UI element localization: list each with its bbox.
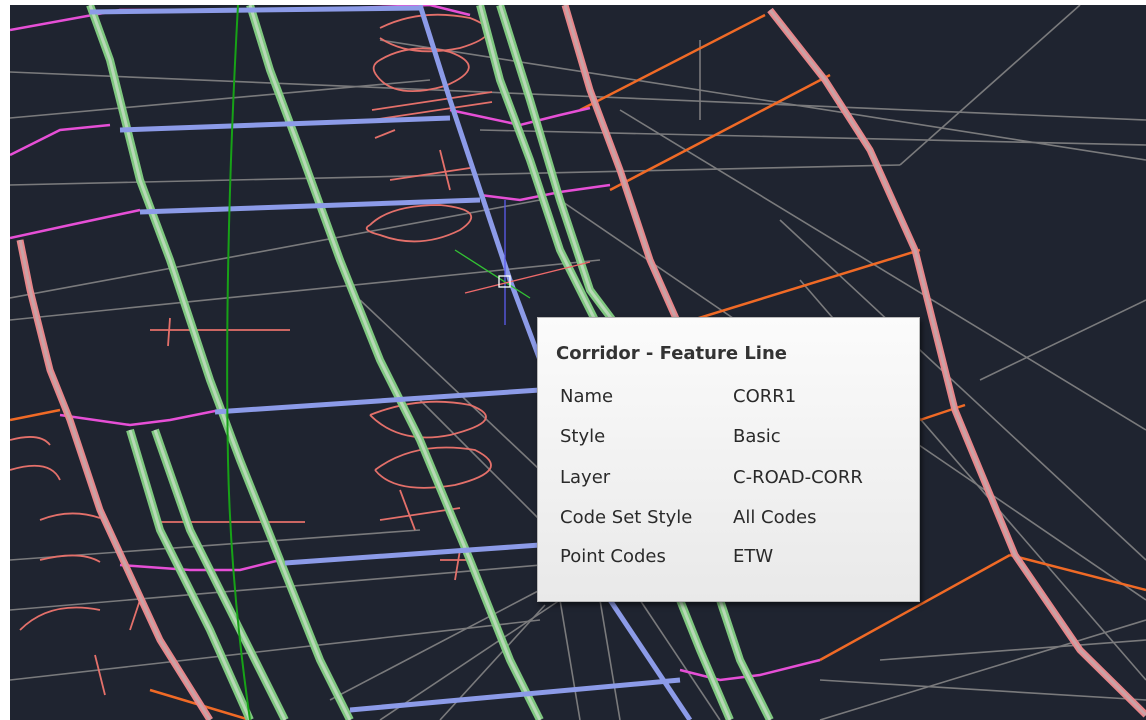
tooltip-key: Code Set Style xyxy=(560,507,693,528)
tooltip-key: Point Codes xyxy=(560,546,666,567)
tooltip-value: CORR1 xyxy=(733,386,797,407)
tooltip-value: ETW xyxy=(733,546,774,567)
tooltip-key: Style xyxy=(560,426,606,447)
feature-line-tooltip: Corridor - Feature Line Name CORR1 Style… xyxy=(537,317,920,602)
tooltip-key: Layer xyxy=(560,467,611,488)
tooltip-row-point-codes: Point Codes ETW xyxy=(538,546,919,580)
tooltip-title: Corridor - Feature Line xyxy=(556,343,787,364)
tooltip-key: Name xyxy=(560,386,614,407)
tooltip-row-code-set-style: Code Set Style All Codes xyxy=(538,507,919,541)
tooltip-row-style: Style Basic xyxy=(538,426,919,460)
tooltip-value: Basic xyxy=(733,426,781,447)
tooltip-value: C-ROAD-CORR xyxy=(733,467,863,488)
tooltip-row-name: Name CORR1 xyxy=(538,386,919,420)
tooltip-row-layer: Layer C-ROAD-CORR xyxy=(538,467,919,501)
tooltip-value: All Codes xyxy=(733,507,817,528)
